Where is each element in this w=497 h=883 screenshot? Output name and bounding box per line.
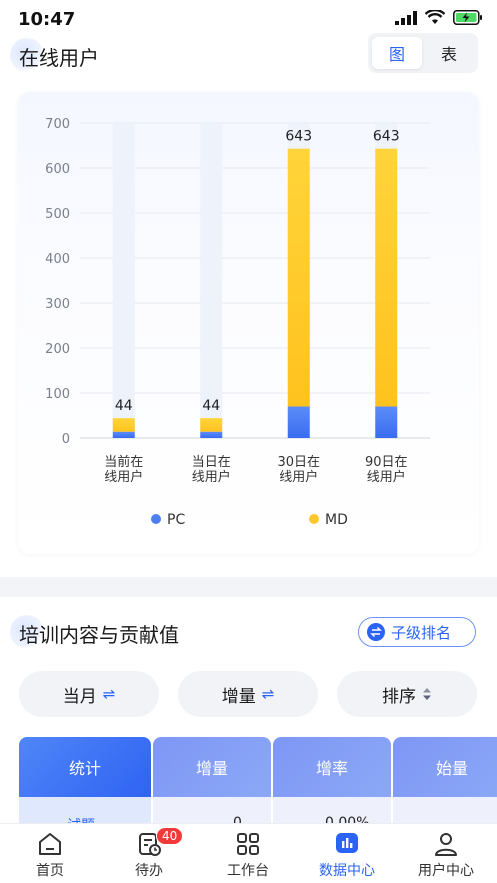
training-panel: 培训内容与贡献值 子级排名 当月 ⇌ 增量 ⇌ 排序 统计 增量 增率 始量 试… <box>0 597 497 823</box>
tab-data-center-label: 数据中心 <box>319 863 375 879</box>
legend-label: PC <box>167 512 185 528</box>
bar-pc <box>287 406 310 438</box>
status-time: 10:47 <box>18 9 76 30</box>
x-tick-label: 线用户 <box>192 469 231 485</box>
home-icon <box>39 833 61 855</box>
section-divider <box>0 577 497 597</box>
table-cell: 0.00% <box>325 815 370 823</box>
wifi-icon <box>425 10 445 24</box>
data-label: 44 <box>202 398 220 414</box>
tab-data-center[interactable]: 数据中心 <box>302 830 392 882</box>
table-row: 试题 <box>19 797 151 823</box>
x-tick-label: 线用户 <box>279 469 318 485</box>
bar-md <box>112 418 135 432</box>
sort-filter[interactable]: 排序 <box>337 671 477 717</box>
increment-filter[interactable]: 增量 ⇌ <box>178 671 318 717</box>
sub-rank-button[interactable]: 子级排名 <box>358 617 476 647</box>
table-view-button[interactable]: 表 <box>424 37 474 69</box>
training-title: 培训内容与贡献值 <box>19 623 179 647</box>
sub-rank-label: 子级排名 <box>391 623 452 642</box>
online-users-chart-card: 0 100 200 300 400 500 600 700 44 当前在 线用户 44 当日在 线用户 64… <box>18 92 479 554</box>
status-bar: 10:47 <box>0 0 497 30</box>
column-header-increment[interactable]: 增量 <box>153 737 271 797</box>
swap-arrows-icon: ⇌ <box>261 685 275 703</box>
legend-label: MD <box>325 512 348 528</box>
y-tick-label: 700 <box>45 117 70 132</box>
bar-chart-icon <box>336 833 358 853</box>
online-users-chart: 010020030040050060070044当前在线用户44当日在线用户64… <box>45 117 430 528</box>
y-tick-label: 600 <box>45 162 70 177</box>
x-tick-label: 当前在 <box>104 454 143 470</box>
month-filter[interactable]: 当月 ⇌ <box>19 671 159 717</box>
bar-md <box>375 148 398 407</box>
grid-icon <box>237 833 259 855</box>
bar-pc <box>200 431 223 438</box>
table-cell-bg: 0 <box>153 797 271 823</box>
y-tick-label: 200 <box>45 342 70 357</box>
y-tick-label: 100 <box>45 387 70 402</box>
signal-icon <box>395 10 417 25</box>
legend-marker <box>151 514 161 524</box>
tab-home-label: 首页 <box>36 863 64 879</box>
swap-arrows-icon: ⇌ <box>102 685 116 703</box>
user-icon <box>435 833 457 856</box>
table-cell: 试题 <box>67 815 95 823</box>
bar-md <box>200 418 223 432</box>
bar-background <box>200 123 223 438</box>
bar-pc <box>375 406 398 438</box>
x-tick-label: 90日在 <box>365 455 408 470</box>
tab-todo-label: 待办 <box>135 863 163 879</box>
y-tick-label: 0 <box>62 432 70 447</box>
sort-icon <box>423 688 431 700</box>
tab-workbench-label: 工作台 <box>227 863 269 879</box>
column-header-stat[interactable]: 统计 <box>19 737 151 797</box>
column-header-rate[interactable]: 增率 <box>273 737 391 797</box>
data-label: 643 <box>373 129 400 145</box>
table-cell-bg <box>393 797 497 823</box>
bar-pc <box>112 431 135 438</box>
y-tick-label: 500 <box>45 207 70 222</box>
online-users-title: 在线用户 <box>19 46 99 70</box>
legend-marker <box>309 514 319 524</box>
table-cell: 0 <box>233 815 242 823</box>
swap-icon <box>367 623 385 641</box>
view-toggle: 图 表 <box>368 33 478 73</box>
online-users-panel: 在线用户 图 表 0 100 200 300 400 500 600 700 44 当前在 线用户 4… <box>0 30 497 577</box>
x-tick-label: 30日在 <box>277 455 320 470</box>
y-tick-label: 400 <box>45 252 70 267</box>
bottom-tab-bar: 首页 40 待办 工作台 数据中心 用户中心 <box>0 823 497 883</box>
column-header-initial[interactable]: 始量 <box>393 737 497 797</box>
tab-user-center[interactable]: 用户中心 <box>401 830 491 882</box>
x-tick-label: 线用户 <box>367 469 406 485</box>
tab-workbench[interactable]: 工作台 <box>203 830 293 882</box>
data-label: 643 <box>285 129 312 145</box>
chart-view-button[interactable]: 图 <box>372 37 422 69</box>
tab-user-center-label: 用户中心 <box>418 863 474 879</box>
data-label: 44 <box>115 398 133 414</box>
month-filter-label: 当月 <box>62 686 97 707</box>
x-tick-label: 当日在 <box>192 455 231 470</box>
sort-filter-label: 排序 <box>382 686 416 707</box>
bar-background <box>112 123 135 438</box>
battery-charging-icon <box>453 10 482 25</box>
y-tick-label: 300 <box>45 297 70 312</box>
increment-filter-label: 增量 <box>221 686 256 707</box>
bar-md <box>287 148 310 407</box>
tab-todo[interactable]: 40 待办 <box>104 827 194 882</box>
status-icons <box>395 10 483 25</box>
x-tick-label: 线用户 <box>104 469 143 485</box>
tab-home[interactable]: 首页 <box>5 830 95 882</box>
table-cell-bg: 0.00% <box>273 797 391 823</box>
todo-badge: 40 <box>156 827 184 845</box>
